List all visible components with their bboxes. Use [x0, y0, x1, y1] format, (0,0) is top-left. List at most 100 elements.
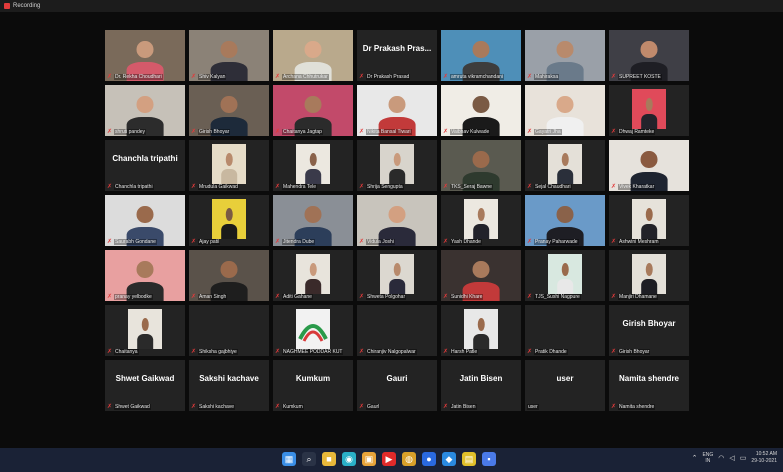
mic-muted-icon: ✗ [443, 129, 449, 135]
participant-display-name: Gauri [386, 374, 408, 383]
participant-tile[interactable]: ✗ Vaibhav Kulwade [441, 85, 521, 136]
participant-name: Vivek Kharatkar [618, 184, 656, 190]
participant-tile[interactable]: ✗ Ajay patil [189, 195, 269, 246]
participant-tile[interactable]: Sakshi kachave ✗ Sakshi kachave [189, 360, 269, 411]
participant-name-bar: ✗ Manjiri Dhamane [611, 294, 658, 300]
participant-tile[interactable]: ✗ Girish Bhoyar [189, 85, 269, 136]
participant-video [548, 254, 582, 294]
participant-tile[interactable]: Dr Prakash Pras... ✗ Dr Prakash Prasad [357, 30, 437, 81]
recording-icon [4, 3, 10, 9]
language-indicator[interactable]: ENG IN [702, 452, 713, 464]
wifi-icon[interactable]: ◠ [718, 454, 724, 462]
participant-tile[interactable]: ✗ Jitendra Dube [273, 195, 353, 246]
volume-icon[interactable]: ◁ [729, 454, 734, 462]
participant-tile[interactable]: ✗ Dhwaj Ramteke [609, 85, 689, 136]
mic-muted-icon: ✗ [191, 239, 197, 245]
participant-name: Mrudula Gaikwad [198, 184, 239, 190]
participant-tile[interactable]: ✗ Gayatri Jha [525, 85, 605, 136]
participant-tile[interactable]: ✗ Shweta Polgohar [357, 250, 437, 301]
participant-grid: ✗ Dr. Rekha Choudhari ✗ Shiv Kalyan ✗ Archana… [105, 30, 697, 411]
participant-tile[interactable]: ✗ amruta vikramchandani [441, 30, 521, 81]
participant-display-name: Chanchla tripathi [112, 154, 178, 163]
participant-tile[interactable]: ✗ Harsh Patle [441, 305, 521, 356]
participant-name-bar: ✗ Girish Bhoyar [611, 349, 651, 355]
mic-muted-icon: ✗ [107, 239, 113, 245]
mic-muted-icon: ✗ [359, 294, 365, 300]
mic-muted-icon: ✗ [359, 239, 365, 245]
participant-name-bar: ✗ Archana Chhutrukar [275, 74, 329, 80]
battery-icon[interactable]: ▭ [740, 454, 747, 462]
participant-tile[interactable]: ✗ pranay yelbodke [105, 250, 185, 301]
vscode-icon[interactable]: ◆ [442, 452, 456, 466]
participant-tile[interactable]: ✗ Nikita Bansal Tiwari [357, 85, 437, 136]
search-icon[interactable]: ⌕ [302, 452, 316, 466]
participant-tile[interactable]: Shwet Gaikwad ✗ Shwet Gaikwad [105, 360, 185, 411]
participant-name: Vaibhav Kulwade [450, 129, 491, 135]
participant-tile[interactable]: ✗ Aditi Gahane [273, 250, 353, 301]
mic-muted-icon: ✗ [527, 349, 533, 355]
edge-icon[interactable]: ◉ [342, 452, 356, 466]
participant-name: Pratik Dhande [534, 349, 568, 355]
participant-tile[interactable]: ✗ Mahendra Tele [273, 140, 353, 191]
mic-muted-icon: ✗ [191, 184, 197, 190]
participant-tile[interactable]: ✗ Saurabh Gondane [105, 195, 185, 246]
participant-tile[interactable]: ✗ Manjiri Dhamane [609, 250, 689, 301]
participant-tile[interactable]: Chanchla tripathi ✗ Chanchla tripathi [105, 140, 185, 191]
zoom-icon[interactable]: ● [422, 452, 436, 466]
participant-tile[interactable]: ✗ Vidula Joshi [357, 195, 437, 246]
participant-tile[interactable]: ✗ TKS_Seraj Bawne [441, 140, 521, 191]
participant-tile[interactable]: Gauri ✗ Gaurl [357, 360, 437, 411]
clock[interactable]: 10:52 AM 29-10-2021 [751, 451, 777, 465]
participant-name-bar: ✗ Pranay Paharwade [527, 239, 579, 245]
store-icon[interactable]: ▣ [362, 452, 376, 466]
participant-name: Gayatri Jha [534, 129, 562, 135]
participant-tile[interactable]: Girish Bhoyar ✗ Girish Bhoyar [609, 305, 689, 356]
app-icon[interactable]: ▪ [482, 452, 496, 466]
participant-tile[interactable]: ✗ Sejal Chaudhari [525, 140, 605, 191]
participant-tile[interactable]: ✗ Shiv Kalyan [189, 30, 269, 81]
participant-tile[interactable]: ✗ Chaitanya Jagtap [273, 85, 353, 136]
participant-tile[interactable]: ✗ SUPREET KOSTE [609, 30, 689, 81]
participant-tile[interactable]: Jatin Bisen ✗ Jatin Bisen [441, 360, 521, 411]
chevron-up-icon[interactable]: ⌃ [692, 454, 698, 462]
participant-name-bar: ✗ Shweta Polgohar [359, 294, 407, 300]
participant-tile[interactable]: ✗ shruti pandey [105, 85, 185, 136]
participant-name-bar: ✗ Jatin Bisen [443, 404, 477, 410]
participant-tile[interactable]: ✗ Sunidhi Khare [441, 250, 521, 301]
mic-muted-icon: ✗ [527, 74, 533, 80]
participant-name: SUPREET KOSTE [618, 74, 662, 80]
start-icon[interactable]: ▦ [282, 452, 296, 466]
participant-tile[interactable]: ✗ Chiranjiv Nalgopalwar [357, 305, 437, 356]
participant-name-bar: ✗ Aditi Gahane [275, 294, 313, 300]
participant-tile[interactable]: ✗ Pranay Paharwade [525, 195, 605, 246]
participant-tile[interactable]: ✗ Shrija Sengupta [357, 140, 437, 191]
participant-tile[interactable]: ✗ Shiksha gajbhiye [189, 305, 269, 356]
participant-tile[interactable]: ✗ Vivek Kharatkar [609, 140, 689, 191]
participant-tile[interactable]: ✗ Archana Chhutrukar [273, 30, 353, 81]
file-explorer-icon[interactable]: ■ [322, 452, 336, 466]
participant-name: Chiranjiv Nalgopalwar [366, 349, 417, 355]
chrome-icon[interactable]: ◍ [402, 452, 416, 466]
participant-name: Dr Prakash Prasad [366, 74, 411, 80]
participant-tile[interactable]: ✗ Mahiraksa [525, 30, 605, 81]
participant-name-bar: ✗ Dhwaj Ramteke [611, 129, 656, 135]
participant-tile[interactable]: ✗ Dr. Rekha Choudhari [105, 30, 185, 81]
participant-tile[interactable]: ✗ Pratik Dhande [525, 305, 605, 356]
participant-tile[interactable]: ✗ NAGHMEE PODDAR KUT [273, 305, 353, 356]
participant-name-bar: ✗ Yash Dhande [443, 239, 482, 245]
notes-icon[interactable]: ▤ [462, 452, 476, 466]
participant-tile[interactable]: ✗ Aman Singh [189, 250, 269, 301]
system-tray[interactable]: ⌃ ENG IN ◠ ◁ ▭ 10:52 AM 29-10-2021 [692, 451, 777, 465]
participant-tile[interactable]: Kumkum ✗ Kumkum [273, 360, 353, 411]
participant-tile[interactable]: ✗ Yash Dhande [441, 195, 521, 246]
participant-tile[interactable]: ✗ TJS_Sushi Nagpure [525, 250, 605, 301]
participant-tile[interactable]: ✗ Ashwini Meshram [609, 195, 689, 246]
youtube-icon[interactable]: ▶ [382, 452, 396, 466]
participant-name-bar: ✗ Shiv Kalyan [191, 74, 227, 80]
participant-tile[interactable]: user user [525, 360, 605, 411]
participant-tile[interactable]: ✗ Mrudula Gaikwad [189, 140, 269, 191]
participant-name: TKS_Seraj Bawne [450, 184, 493, 190]
participant-tile[interactable]: ✗ Chaitanya [105, 305, 185, 356]
participant-name: Shiksha gajbhiye [198, 349, 238, 355]
participant-tile[interactable]: Namita shendre ✗ Namita shendre [609, 360, 689, 411]
